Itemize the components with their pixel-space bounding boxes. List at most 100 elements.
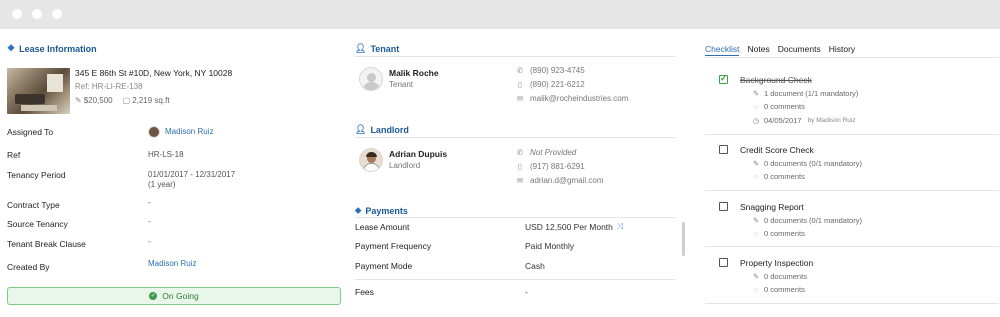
tenant-phone[interactable]: ✆ (890) 923-4745 (516, 66, 585, 75)
window-titlebar (0, 0, 1000, 29)
clock-icon: ◷ (752, 116, 760, 125)
field-label-ref: Ref (7, 150, 21, 160)
checklist-checkbox-snagging-report[interactable] (719, 202, 728, 211)
checklist-checkbox-credit-score[interactable] (719, 145, 728, 154)
paperclip-icon: ✎ (752, 272, 760, 281)
tab-notes[interactable]: Notes (747, 44, 769, 56)
checklist-docs[interactable]: ✎ 0 documents (0/1 mandatory) (752, 159, 862, 168)
checklist-comments[interactable]: ◌ 0 comments (752, 285, 805, 294)
comment-icon: ◌ (753, 102, 759, 111)
tab-checklist[interactable]: Checklist (705, 44, 740, 56)
field-label-break-clause: Tenant Break Clause (7, 239, 86, 249)
landlord-divider (355, 137, 675, 138)
check-circle-icon: ✓ (149, 292, 158, 300)
comment-icon: ◌ (753, 285, 759, 294)
window-maximize-dot[interactable] (52, 9, 62, 19)
paperclip-icon: ✎ (752, 159, 760, 168)
tabs-divider (705, 57, 999, 58)
mobile-icon: ▯ (517, 80, 523, 89)
checklist-title-background-check[interactable]: Background Check (740, 75, 812, 85)
property-area: 2,219 sq.ft (132, 96, 170, 105)
payment-value-frequency: Paid Monthly (525, 241, 575, 251)
checklist-docs[interactable]: ✎ 1 document (1/1 mandatory) (752, 89, 858, 98)
payment-value-mode: Cash (525, 261, 545, 271)
lease-status-badge: ✓ On Going (7, 287, 341, 305)
payments-section-title: ⬥ Payments (355, 205, 408, 216)
property-thumbnail[interactable] (7, 68, 70, 114)
tag-icon: ✎ (75, 96, 82, 105)
payment-value-lease-amount: USD 12,500 Per Month ⤨ (525, 222, 624, 232)
field-value-assigned-to[interactable]: Madison Ruiz (148, 126, 213, 138)
envelope-icon: ✉ (516, 176, 524, 185)
field-value-created-by[interactable]: Madison Ruiz (148, 259, 196, 269)
trend-icon[interactable]: ⤨ (617, 222, 623, 232)
field-value-ref: HR-LS-18 (148, 150, 184, 159)
checklist-checkbox-property-inspection[interactable] (719, 258, 728, 267)
comment-icon: ◌ (753, 172, 759, 181)
field-value-tenancy-period: 01/01/2017 - 12/31/2017 (1 year) (148, 170, 236, 189)
field-label-source-tenancy: Source Tenancy (7, 219, 68, 229)
field-value-contract-type: - (148, 198, 151, 207)
tenant-mobile[interactable]: ▯ (890) 221-6212 (516, 80, 585, 89)
checklist-divider (705, 190, 999, 191)
tab-history[interactable]: History (829, 44, 855, 56)
checklist-title-credit-score[interactable]: Credit Score Check (740, 145, 814, 155)
payments-scrollbar[interactable] (682, 222, 685, 256)
fees-divider (355, 279, 675, 280)
property-ref: Ref: HR-LI-RE-138 (75, 82, 143, 91)
field-label-assigned-to: Assigned To (7, 127, 54, 137)
checklist-title-snagging-report[interactable]: Snagging Report (740, 202, 804, 212)
paperclip-icon: ✎ (752, 89, 760, 98)
landlord-avatar[interactable] (359, 148, 383, 172)
area-icon: ▢ (122, 96, 131, 105)
property-address[interactable]: 345 E 86th St #10D, New York, NY 10028 (75, 68, 232, 78)
property-price: $20,500 (83, 96, 113, 105)
paperclip-icon: ✎ (752, 216, 760, 225)
tenant-name[interactable]: Malik Roche (389, 68, 439, 78)
landlord-name[interactable]: Adrian Dupuis (389, 149, 447, 159)
landlord-role: Landlord (389, 161, 421, 170)
landlord-mobile[interactable]: ▯ (917) 881-6291 (516, 162, 585, 171)
checklist-comments[interactable]: ◌ 0 comments (752, 229, 805, 238)
detail-tabs: Checklist Notes Documents History (705, 44, 855, 56)
payment-label-fees: Fees (355, 287, 374, 297)
checklist-docs[interactable]: ✎ 0 documents (752, 272, 807, 281)
person-icon: 👤︎ (355, 124, 367, 134)
payments-divider (355, 217, 675, 218)
comment-icon: ◌ (753, 229, 759, 238)
checklist-docs[interactable]: ✎ 0 documents (0/1 mandatory) (752, 216, 862, 225)
tab-documents[interactable]: Documents (778, 44, 821, 56)
property-meta: ✎ $20,500 ▢ 2,219 sq.ft (75, 96, 170, 105)
tenant-avatar[interactable] (359, 67, 383, 91)
window-minimize-dot[interactable] (32, 9, 42, 19)
checklist-checkbox-background-check[interactable] (719, 73, 728, 84)
tenant-email[interactable]: ✉ malik@rocheindustries.com (516, 94, 629, 103)
landlord-section-title: 👤︎ Landlord (355, 124, 409, 135)
field-value-source-tenancy: - (148, 217, 151, 226)
envelope-icon: ✉ (516, 94, 524, 103)
checklist-comments[interactable]: ◌ 0 comments (752, 102, 805, 111)
tenant-section-title: 👤︎ Tenant (355, 43, 400, 54)
tenant-divider (355, 56, 675, 57)
checklist-divider (705, 303, 999, 304)
window-close-dot[interactable] (12, 9, 22, 19)
checklist-completed-date: ◷ 04/05/2017 by Madison Ruiz (752, 116, 856, 125)
checklist-comments[interactable]: ◌ 0 comments (752, 172, 805, 181)
checklist-title-property-inspection[interactable]: Property Inspection (740, 258, 813, 268)
landlord-phone: ✆ Not Provided (516, 148, 577, 157)
lease-section-title: ❖ Lease Information (7, 43, 97, 54)
field-label-contract-type: Contract Type (7, 200, 60, 210)
tenant-role: Tenant (389, 80, 414, 89)
landlord-email[interactable]: ✉ adrian.d@gmail.com (516, 176, 604, 185)
checklist-divider (705, 246, 999, 247)
handshake-icon: ❖ (7, 43, 16, 53)
payment-label-lease-amount: Lease Amount (355, 222, 410, 232)
field-label-created-by: Created By (7, 262, 50, 272)
lease-section-label: Lease Information (19, 43, 97, 54)
tag-icon: ⬥ (355, 205, 362, 215)
payment-label-frequency: Payment Frequency (355, 241, 432, 251)
mobile-icon: ▯ (517, 162, 523, 171)
field-value-break-clause: - (148, 237, 151, 246)
payment-value-fees: - (525, 287, 528, 297)
phone-icon: ✆ (516, 148, 524, 157)
